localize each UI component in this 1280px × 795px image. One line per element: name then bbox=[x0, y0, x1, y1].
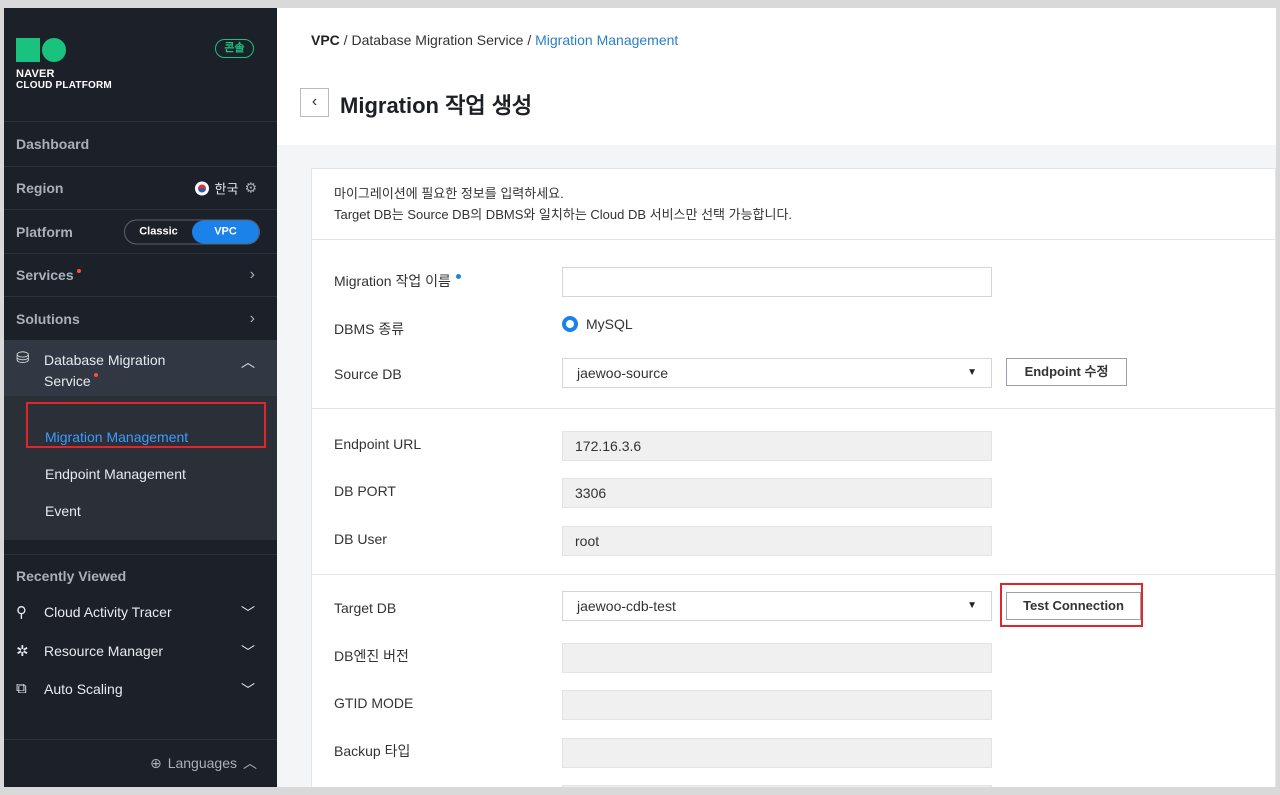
source-db-label: Source DB bbox=[334, 366, 402, 382]
job-name-label: Migration 작업 이름 bbox=[334, 271, 461, 291]
dbms-radio-mysql[interactable]: MySQL bbox=[562, 316, 633, 332]
backup-type-label: Backup 타입 bbox=[334, 743, 411, 759]
breadcrumb-vpc[interactable]: VPC bbox=[311, 32, 340, 48]
korea-flag-icon bbox=[194, 181, 209, 195]
sidebar-item-services[interactable]: Services › bbox=[4, 253, 277, 296]
chevron-right-icon: › bbox=[249, 266, 255, 283]
breadcrumb-migration-management[interactable]: Migration Management bbox=[535, 32, 678, 48]
sidebar-divider bbox=[4, 554, 277, 555]
region-value: 한국 bbox=[214, 181, 239, 197]
sidebar-item-platform: Platform Classic VPC bbox=[4, 209, 277, 253]
breadcrumb: VPC / Database Migration Service / Migra… bbox=[311, 32, 679, 48]
platform-option-classic[interactable]: Classic bbox=[125, 220, 192, 243]
sidebar-subitem-event[interactable]: Event bbox=[45, 503, 81, 519]
sidebar: NAVER CLOUD PLATFORM 콘솔 Dashboard Region… bbox=[4, 8, 277, 787]
recent-item-label: Auto Scaling bbox=[44, 681, 123, 697]
db-user-field bbox=[562, 526, 992, 556]
recent-item-auto-scaling[interactable]: ⧉ Auto Scaling ﹀ bbox=[4, 675, 277, 705]
recently-viewed-title: Recently Viewed bbox=[16, 568, 127, 584]
chevron-right-icon: › bbox=[249, 309, 255, 327]
endpoint-edit-button[interactable]: Endpoint 수정 bbox=[1006, 358, 1127, 386]
chevron-left-icon: ‹ bbox=[311, 93, 318, 110]
source-db-value: jaewoo-source bbox=[577, 365, 669, 381]
job-name-input[interactable] bbox=[562, 267, 992, 297]
logo-mark-icon bbox=[16, 38, 112, 62]
endpoint-url-field bbox=[562, 431, 992, 461]
sidebar-item-region[interactable]: Region 한국 ⚙ bbox=[4, 166, 277, 209]
main-content: VPC / Database Migration Service / Migra… bbox=[277, 8, 1276, 787]
logo-text-line1: NAVER bbox=[16, 68, 55, 80]
db-port-field bbox=[562, 478, 992, 508]
languages-label: Languages bbox=[167, 755, 237, 771]
source-db-select[interactable]: jaewoo-source ▼ bbox=[562, 358, 992, 388]
recent-item-label: Resource Manager bbox=[44, 643, 164, 659]
sidebar-item-label: Dashboard bbox=[16, 136, 90, 152]
logo-text-line2: CLOUD PLATFORM bbox=[16, 80, 112, 91]
caret-down-icon: ▼ bbox=[967, 367, 977, 378]
chevron-up-icon: ︿ bbox=[243, 755, 257, 771]
new-indicator-dot bbox=[76, 269, 81, 273]
endpoint-url-label: Endpoint URL bbox=[334, 436, 422, 452]
section-divider bbox=[312, 574, 1276, 575]
sidebar-subitem-endpoint-management[interactable]: Endpoint Management bbox=[45, 466, 186, 482]
radio-selected-icon bbox=[562, 316, 578, 332]
target-db-label: Target DB bbox=[334, 600, 397, 616]
sidebar-item-dms[interactable]: ⛁ Database Migration Service ︿ bbox=[4, 340, 277, 396]
db-user-label: DB User bbox=[334, 531, 387, 547]
dbms-label: DBMS 종류 bbox=[334, 321, 405, 337]
sidebar-item-dashboard[interactable]: Dashboard bbox=[4, 121, 277, 166]
database-icon: ⛁ bbox=[16, 350, 30, 367]
intro-line-1: 마이그레이션에 필요한 정보를 입력하세요. bbox=[334, 186, 564, 201]
required-indicator bbox=[455, 274, 461, 279]
page-header: VPC / Database Migration Service / Migra… bbox=[277, 8, 1276, 145]
engine-version-label: DB엔진 버전 bbox=[334, 648, 409, 664]
languages-menu[interactable]: ⊕ Languages ︿ bbox=[150, 753, 257, 773]
intro-line-2: Target DB는 Source DB의 DBMS와 일치하는 Cloud D… bbox=[334, 207, 793, 222]
back-button[interactable]: ‹ bbox=[300, 88, 329, 117]
chevron-down-icon: ﹀ bbox=[241, 605, 255, 621]
naver-cloud-logo[interactable]: NAVER CLOUD PLATFORM bbox=[16, 38, 112, 92]
highlight-box-test-connection bbox=[1000, 583, 1143, 627]
backup-type-field bbox=[562, 738, 992, 768]
globe-icon: ⊕ bbox=[149, 754, 162, 771]
target-db-select[interactable]: jaewoo-cdb-test ▼ bbox=[562, 591, 992, 621]
sidebar-item-label: Solutions bbox=[16, 310, 80, 327]
sidebar-divider bbox=[4, 739, 277, 740]
activity-tracer-icon: ⚲ bbox=[16, 604, 27, 621]
new-indicator-dot bbox=[93, 373, 98, 377]
gtid-mode-label: GTID MODE bbox=[334, 695, 414, 711]
recent-item-resource-manager[interactable]: ✲ Resource Manager ﹀ bbox=[4, 637, 277, 667]
recent-item-cloud-activity-tracer[interactable]: ⚲ Cloud Activity Tracer ﹀ bbox=[4, 598, 277, 628]
region-label: Region bbox=[16, 180, 64, 196]
sidebar-item-solutions[interactable]: Solutions › bbox=[4, 296, 277, 340]
engine-version-field bbox=[562, 643, 992, 673]
platform-option-vpc[interactable]: VPC bbox=[192, 220, 259, 243]
window-frame: NAVER CLOUD PLATFORM 콘솔 Dashboard Region… bbox=[4, 8, 1276, 787]
target-db-value: jaewoo-cdb-test bbox=[577, 598, 676, 614]
sidebar-item-label: Services bbox=[16, 267, 74, 283]
gear-icon[interactable]: ⚙ bbox=[244, 180, 257, 197]
platform-toggle[interactable]: Classic VPC bbox=[124, 219, 260, 244]
recent-item-label: Cloud Activity Tracer bbox=[44, 604, 172, 620]
highlight-box-migration-management bbox=[26, 402, 266, 448]
dbms-value: MySQL bbox=[586, 316, 633, 332]
bottom-bar bbox=[0, 787, 1280, 795]
migration-form-card: 마이그레이션에 필요한 정보를 입력하세요. Target DB는 Source… bbox=[311, 168, 1276, 787]
breadcrumb-dms[interactable]: Database Migration Service bbox=[351, 32, 523, 48]
gtid-mode-field bbox=[562, 690, 992, 720]
section-divider bbox=[312, 239, 1276, 240]
auto-scaling-icon: ⧉ bbox=[16, 680, 27, 697]
intro-text: 마이그레이션에 필요한 정보를 입력하세요. Target DB는 Source… bbox=[334, 183, 792, 225]
db-port-label: DB PORT bbox=[334, 483, 396, 499]
console-badge[interactable]: 콘솔 bbox=[215, 39, 254, 58]
chevron-down-icon: ﹀ bbox=[241, 682, 255, 698]
resource-manager-icon: ✲ bbox=[16, 643, 29, 660]
dms-title: Database Migration Service bbox=[44, 352, 166, 389]
caret-down-icon: ▼ bbox=[967, 600, 977, 611]
platform-label: Platform bbox=[16, 223, 73, 240]
chevron-up-icon: ︿ bbox=[241, 354, 255, 370]
page-title: Migration 작업 생성 bbox=[340, 93, 533, 118]
chevron-down-icon: ﹀ bbox=[241, 644, 255, 660]
section-divider bbox=[312, 408, 1276, 409]
